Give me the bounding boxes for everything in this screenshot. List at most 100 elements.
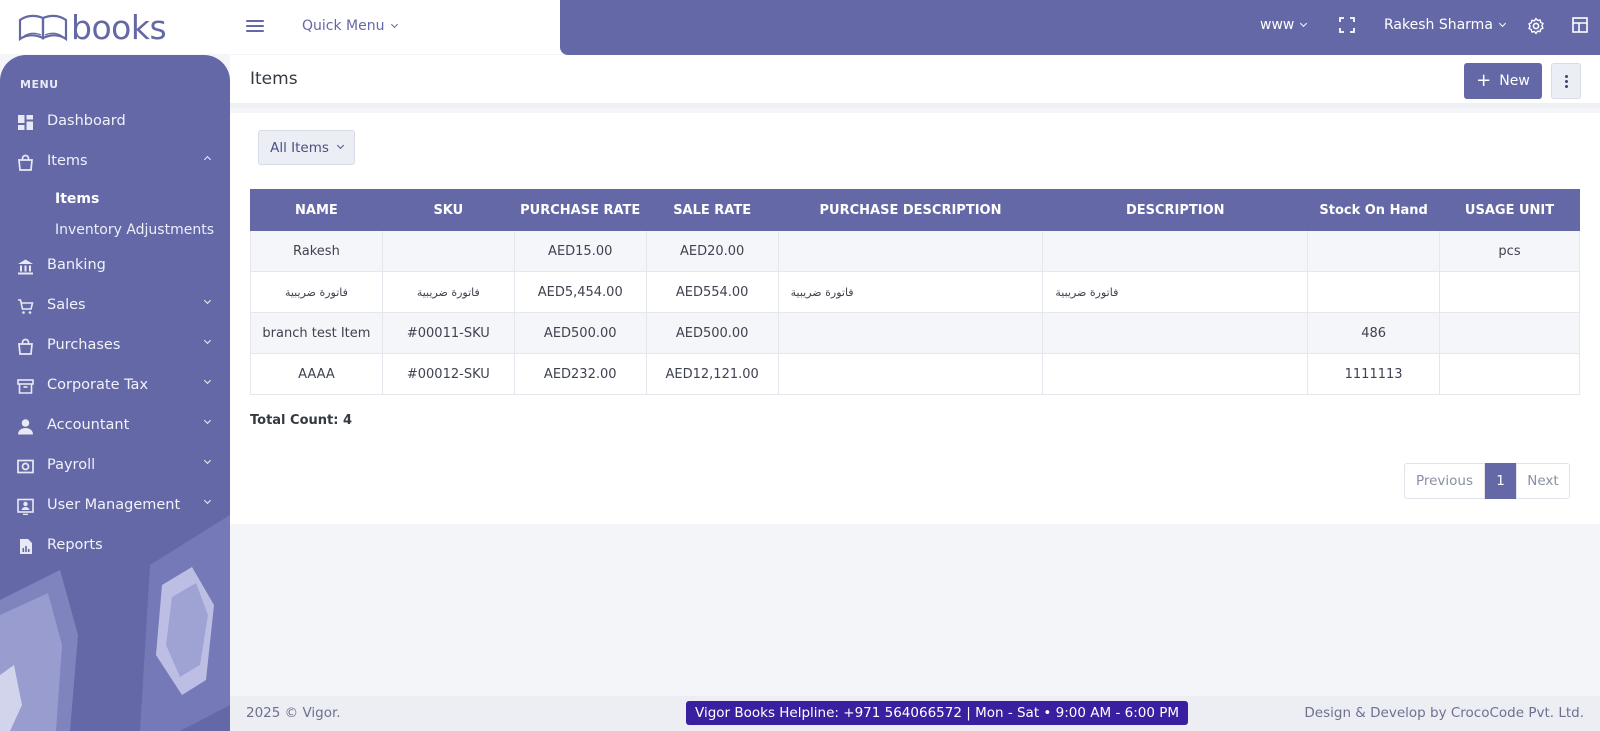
decorative-books-illustration (0, 515, 230, 731)
chevron-down-icon (336, 141, 344, 150)
table-cell (777, 312, 1044, 354)
chevron-down-icon (203, 376, 212, 385)
table-cell: #00011-SKU (381, 312, 515, 354)
table-row[interactable]: Rakesh AED15.00 AED20.00 pcs (250, 230, 1580, 272)
sidebar-item-label: Payroll (47, 457, 96, 473)
new-item-button[interactable]: + New (1464, 63, 1542, 99)
page-header: Items + New (230, 55, 1600, 108)
chevron-down-icon (203, 416, 212, 425)
column-header[interactable]: PURCHASE RATE (513, 189, 647, 231)
table-cell (1307, 271, 1441, 313)
footer: 2025 © Vigor. Vigor Books Helpline: +971… (230, 696, 1600, 731)
table-cell: فاتورة ضريبية (381, 271, 515, 313)
table-cell: AED20.00 (645, 230, 779, 272)
table-cell[interactable]: AAAA (250, 353, 383, 395)
page-title: Items (250, 69, 298, 89)
brand-name: books (71, 7, 167, 47)
fullscreen-icon[interactable] (1339, 17, 1355, 33)
chevron-down-icon (203, 296, 212, 305)
table-cell[interactable]: branch test Item (250, 312, 383, 354)
sidebar-item-items[interactable]: Items (0, 147, 230, 177)
user-icon (18, 419, 33, 435)
table-cell: فاتورة ضريبية (777, 271, 1044, 313)
sidebar-item-payroll[interactable]: Payroll (0, 451, 230, 481)
table-cell: pcs (1439, 230, 1580, 272)
table-cell (1042, 353, 1309, 395)
pagination-previous-button[interactable]: Previous (1404, 463, 1485, 499)
workspace-label: www (1260, 17, 1295, 33)
table-cell: AED500.00 (645, 312, 779, 354)
sidebar-subitem-items[interactable]: Items (55, 191, 99, 207)
sidebar-item-sales[interactable]: Sales (0, 291, 230, 321)
sidebar-item-banking[interactable]: Banking (0, 251, 230, 281)
column-header[interactable]: PURCHASE DESCRIPTION (777, 189, 1044, 231)
table-cell (1439, 312, 1580, 354)
table-cell[interactable]: فاتورة ضريبية (250, 271, 383, 313)
sidebar-item-label: Dashboard (47, 113, 126, 129)
user-name: Rakesh Sharma (1384, 17, 1493, 33)
sidebar-item-accountant[interactable]: Accountant (0, 411, 230, 441)
chevron-down-icon (1300, 19, 1308, 28)
quick-menu-dropdown[interactable]: Quick Menu (302, 18, 399, 34)
table-row[interactable]: AAAA #00012-SKU AED232.00 AED12,121.00 1… (250, 353, 1580, 395)
table-cell: AED12,121.00 (645, 353, 779, 395)
brand-logo[interactable]: books (18, 7, 167, 47)
items-table: NAME SKU PURCHASE RATE SALE RATE PURCHAS… (250, 189, 1580, 395)
items-card: All Items NAME SKU PURCHASE RATE SALE RA… (230, 113, 1600, 524)
table-cell: AED15.00 (513, 230, 647, 272)
column-header[interactable]: USAGE UNIT (1439, 189, 1580, 231)
table-cell: AED232.00 (513, 353, 647, 395)
sidebar-item-dashboard[interactable]: Dashboard (0, 107, 230, 137)
hamburger-menu-icon[interactable] (246, 17, 264, 37)
pagination-next-button[interactable]: Next (1516, 463, 1570, 499)
column-header[interactable]: SKU (381, 189, 515, 231)
top-right-bar: www Rakesh Sharma (560, 0, 1600, 55)
column-header[interactable]: Stock On Hand (1307, 189, 1441, 231)
archive-icon (17, 379, 34, 394)
sidebar-item-label: Corporate Tax (47, 377, 149, 393)
sidebar-item-corporate-tax[interactable]: Corporate Tax (0, 371, 230, 401)
table-cell: #00012-SKU (381, 353, 515, 395)
quick-menu-label: Quick Menu (302, 18, 385, 34)
footer-credit: Design & Develop by CrocoCode Pvt. Ltd. (1304, 705, 1584, 721)
table-cell (1307, 230, 1441, 272)
chevron-up-icon (203, 155, 212, 164)
chevron-down-icon (203, 456, 212, 465)
table-cell: AED5,454.00 (513, 271, 647, 313)
helpline-badge: Vigor Books Helpline: +971 564066572 | M… (686, 701, 1189, 725)
table-cell (381, 230, 515, 272)
column-header[interactable]: SALE RATE (645, 189, 779, 231)
table-header-row: NAME SKU PURCHASE RATE SALE RATE PURCHAS… (250, 189, 1580, 231)
table-row[interactable]: branch test Item #00011-SKU AED500.00 AE… (250, 312, 1580, 354)
workspace-dropdown[interactable]: www (1260, 17, 1308, 33)
column-header[interactable]: DESCRIPTION (1042, 189, 1309, 231)
sidebar-item-purchases[interactable]: Purchases (0, 331, 230, 361)
layout-icon[interactable] (1572, 17, 1588, 33)
plus-icon: + (1476, 70, 1492, 91)
pagination-page-button[interactable]: 1 (1485, 463, 1516, 499)
chevron-down-icon (203, 496, 212, 505)
table-cell (1439, 353, 1580, 395)
items-filter-dropdown[interactable]: All Items (258, 130, 355, 165)
pagination: Previous 1 Next (1404, 463, 1570, 499)
table-cell: فاتورة ضريبية (1042, 271, 1309, 313)
table-cell (1042, 230, 1309, 272)
sidebar-item-label: Banking (47, 257, 106, 273)
column-header[interactable]: NAME (250, 189, 383, 231)
table-row[interactable]: فاتورة ضريبية فاتورة ضريبية AED5,454.00 … (250, 271, 1580, 313)
table-cell[interactable]: Rakesh (250, 230, 383, 272)
table-cell (777, 230, 1044, 272)
shopping-bag-icon (18, 338, 33, 355)
settings-gear-icon[interactable] (1527, 17, 1545, 35)
table-cell: AED500.00 (513, 312, 647, 354)
sidebar-item-label: Items (47, 153, 88, 169)
new-button-label: New (1499, 73, 1530, 89)
total-count: Total Count: 4 (250, 413, 353, 428)
more-options-icon[interactable] (1551, 63, 1581, 99)
table-cell (1042, 312, 1309, 354)
chevron-down-icon (203, 336, 212, 345)
top-bar: books Quick Menu www Rakesh Sharma (0, 0, 1600, 55)
user-menu-dropdown[interactable]: Rakesh Sharma (1384, 17, 1506, 33)
chevron-down-icon (1498, 19, 1506, 28)
sidebar-subitem-inventory-adjustments[interactable]: Inventory Adjustments (55, 222, 214, 238)
